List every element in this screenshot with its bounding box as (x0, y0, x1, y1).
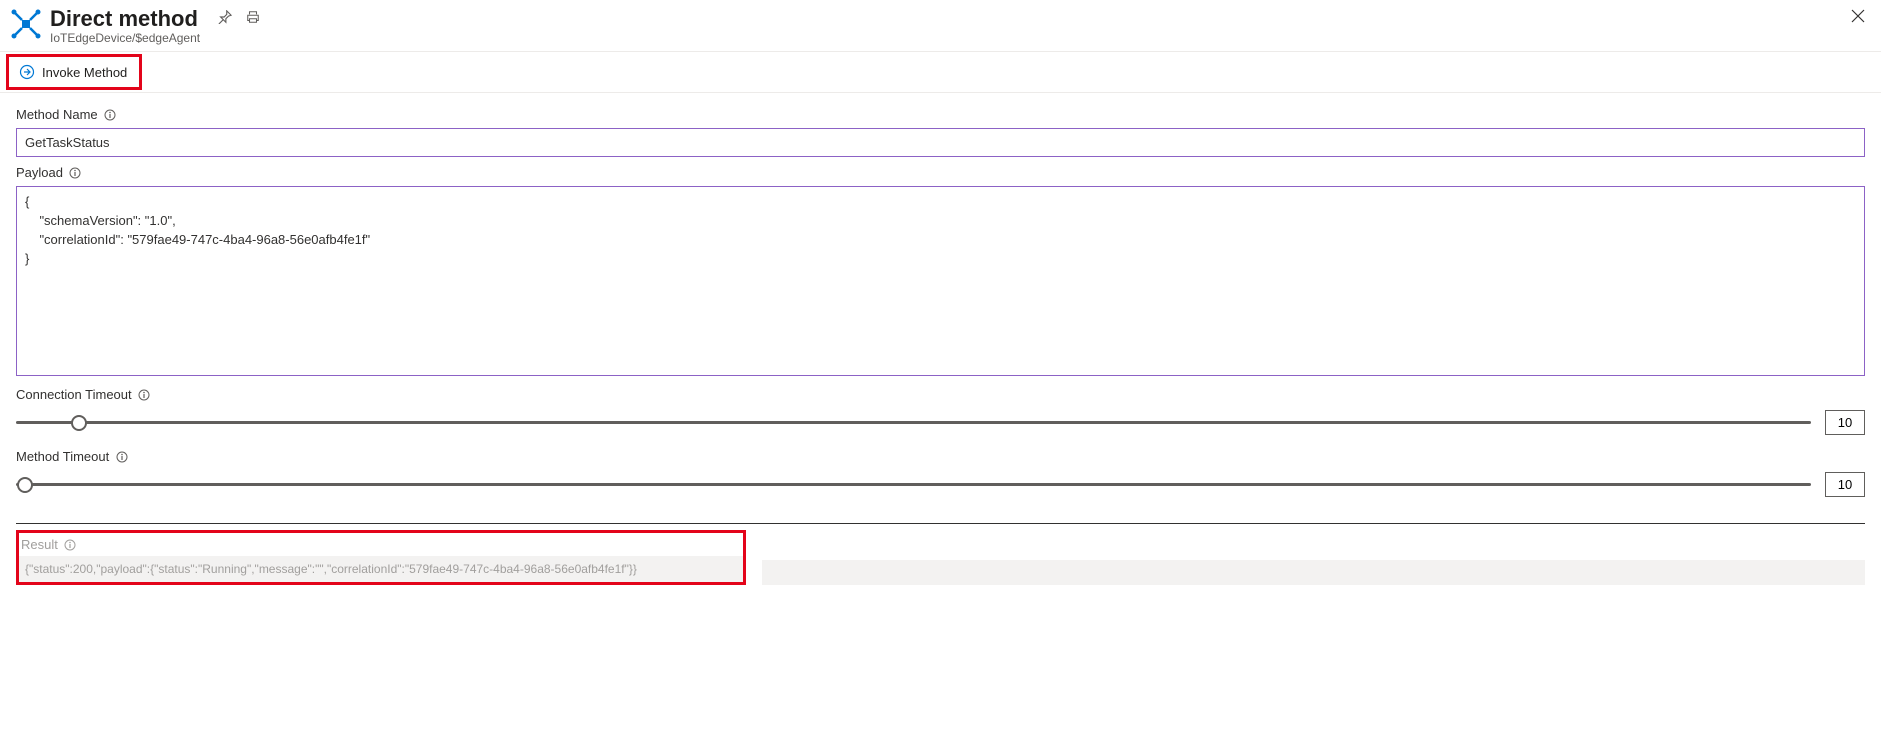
payload-label: Payload (16, 165, 63, 180)
connection-timeout-value[interactable] (1825, 410, 1865, 435)
payload-input[interactable] (16, 186, 1865, 376)
result-block: Result {"status":200,"payload":{"status"… (16, 530, 746, 585)
invoke-method-button[interactable]: Invoke Method (6, 54, 142, 90)
method-name-label: Method Name (16, 107, 98, 122)
toolbar: Invoke Method (0, 51, 1881, 93)
iot-device-icon (10, 8, 42, 40)
page-header: Direct method IoTEdgeDevice/$edgeAgent (0, 0, 1881, 51)
invoke-method-label: Invoke Method (42, 65, 127, 80)
result-label: Result (21, 537, 58, 552)
method-timeout-slider[interactable] (16, 476, 1811, 494)
close-button[interactable] (1851, 8, 1865, 26)
connection-timeout-slider[interactable] (16, 414, 1811, 432)
info-icon[interactable] (104, 108, 117, 121)
breadcrumb: IoTEdgeDevice/$edgeAgent (50, 31, 1865, 45)
invoke-arrow-icon (19, 64, 35, 80)
info-icon[interactable] (64, 538, 77, 551)
method-name-input[interactable] (16, 128, 1865, 157)
info-icon[interactable] (115, 450, 128, 463)
print-icon[interactable] (246, 10, 260, 29)
pin-icon[interactable] (218, 10, 232, 29)
method-timeout-label: Method Timeout (16, 449, 109, 464)
info-icon[interactable] (138, 388, 151, 401)
method-timeout-value[interactable] (1825, 472, 1865, 497)
connection-timeout-label: Connection Timeout (16, 387, 132, 402)
page-title: Direct method (50, 6, 198, 32)
result-output: {"status":200,"payload":{"status":"Runni… (19, 556, 743, 582)
info-icon[interactable] (69, 166, 82, 179)
